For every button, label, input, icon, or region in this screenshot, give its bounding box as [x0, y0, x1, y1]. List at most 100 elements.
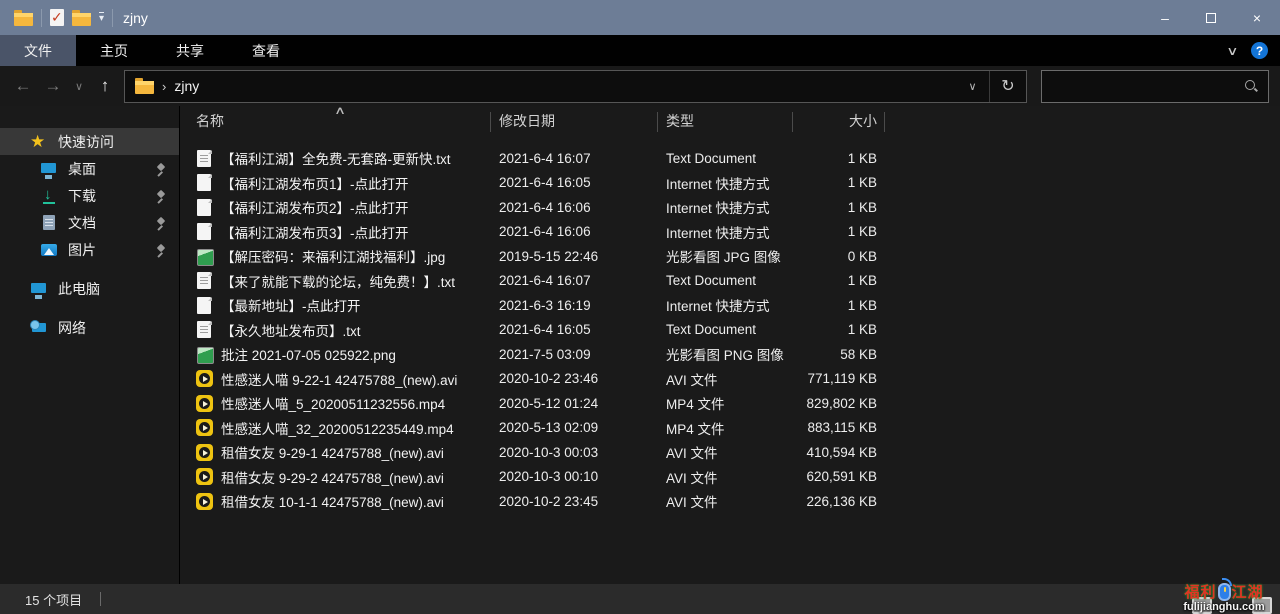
pic-icon	[40, 241, 58, 259]
tab-共享[interactable]: 共享	[152, 35, 228, 66]
doc-icon	[40, 214, 58, 232]
file-row[interactable]: 租借女友 9-29-1 42475788_(new).avi2020-10-3 …	[181, 440, 1280, 465]
file-date-modified: 2021-6-4 16:07	[491, 273, 658, 288]
file-row[interactable]: 性感迷人喵_5_20200511232556.mp42020-5-12 01:2…	[181, 391, 1280, 416]
sidebar-item[interactable]: 网络	[0, 314, 179, 341]
breadcrumb-chevron-icon[interactable]: ›	[162, 79, 166, 94]
txt-file-icon	[196, 320, 213, 339]
items-count: 15 个项目	[25, 590, 82, 609]
file-rows: 【福利江湖】全免费-无套路-更新快.txt2021-6-4 16:07Text …	[181, 136, 1280, 514]
file-size: 1 KB	[793, 298, 885, 313]
sidebar-item[interactable]: 桌面	[0, 155, 179, 182]
column-header-size[interactable]: 大小	[793, 106, 885, 136]
refresh-button[interactable]: ↻	[990, 71, 1026, 102]
sidebar-item[interactable]: 快速访问	[0, 128, 179, 155]
watermark-text-left: 福利	[1184, 581, 1216, 602]
window-controls: – ×	[1142, 0, 1280, 35]
status-divider	[100, 592, 101, 606]
file-size: 883,115 KB	[793, 420, 885, 435]
url-file-icon	[196, 173, 213, 192]
tab-文件[interactable]: 文件	[0, 35, 76, 66]
file-row[interactable]: 【福利江湖发布页3】-点此打开2021-6-4 16:06Internet 快捷…	[181, 220, 1280, 245]
file-row[interactable]: 性感迷人喵_32_20200512235449.mp42020-5-13 02:…	[181, 416, 1280, 441]
titlebar: ▾ zjny – ×	[0, 0, 1280, 35]
new-folder-icon[interactable]	[72, 13, 91, 26]
file-row[interactable]: 租借女友 9-29-2 42475788_(new).avi2020-10-3 …	[181, 465, 1280, 490]
file-name: 性感迷人喵_5_20200511232556.mp4	[221, 393, 445, 413]
file-name: 性感迷人喵 9-22-1 42475788_(new).avi	[221, 369, 457, 389]
back-button[interactable]: ←	[10, 73, 36, 99]
file-row[interactable]: 【来了就能下载的论坛，纯免费！】.txt2021-6-4 16:07Text D…	[181, 269, 1280, 294]
file-name: 租借女友 10-1-1 42475788_(new).avi	[221, 491, 444, 511]
breadcrumb-folder-icon	[135, 81, 154, 94]
up-button[interactable]: ↑	[92, 73, 118, 99]
breadcrumb-current-folder[interactable]: zjny	[174, 78, 199, 94]
qat-separator	[41, 9, 42, 27]
file-date-modified: 2020-10-3 00:10	[491, 469, 658, 484]
column-header-date[interactable]: 修改日期	[491, 106, 658, 136]
properties-icon[interactable]	[50, 9, 64, 26]
file-name: 【福利江湖】全免费-无套路-更新快.txt	[221, 148, 451, 168]
explorer-window: ▾ zjny – × 文件主页共享查看 ∨ ? ← → ∨ ↑ › zjny	[0, 0, 1280, 614]
sidebar-item[interactable]: 图片	[0, 236, 179, 263]
forward-button[interactable]: →	[40, 73, 66, 99]
monitor-icon	[30, 280, 48, 298]
file-size: 1 KB	[793, 151, 885, 166]
status-bar: 15 个项目	[0, 584, 1280, 614]
file-size: 58 KB	[793, 347, 885, 362]
file-row[interactable]: 【最新地址】-点此打开2021-6-3 16:19Internet 快捷方式1 …	[181, 293, 1280, 318]
file-row[interactable]: 批注 2021-07-05 025922.png2021-7-5 03:09光影…	[181, 342, 1280, 367]
file-row[interactable]: 性感迷人喵 9-22-1 42475788_(new).avi2020-10-2…	[181, 367, 1280, 392]
file-name: 【福利江湖发布页3】-点此打开	[221, 222, 409, 242]
url-file-icon	[196, 222, 213, 241]
help-icon[interactable]: ?	[1251, 42, 1268, 59]
close-button[interactable]: ×	[1234, 0, 1280, 35]
search-input[interactable]	[1042, 79, 1244, 94]
file-size: 1 KB	[793, 224, 885, 239]
sidebar-item-label: 网络	[58, 318, 86, 338]
ribbon-collapse-icon[interactable]: ∨	[1226, 44, 1238, 58]
column-headers: ∧ 名称 修改日期 类型 大小	[181, 106, 1280, 136]
qat-customize-caret-icon[interactable]: ▾	[99, 12, 104, 24]
app-folder-icon	[14, 13, 33, 26]
sidebar-item[interactable]: 此电脑	[0, 275, 179, 302]
vid-file-icon	[196, 369, 213, 388]
file-size: 226,136 KB	[793, 494, 885, 509]
address-dropdown-icon[interactable]: ∨	[956, 71, 990, 102]
tab-查看[interactable]: 查看	[228, 35, 304, 66]
file-row[interactable]: 【永久地址发布页】.txt2021-6-4 16:05Text Document…	[181, 318, 1280, 343]
file-date-modified: 2021-6-4 16:05	[491, 175, 658, 190]
sidebar-item[interactable]: 下载	[0, 182, 179, 209]
minimize-button[interactable]: –	[1142, 0, 1188, 35]
file-type: Text Document	[658, 151, 793, 166]
file-size: 1 KB	[793, 322, 885, 337]
file-row[interactable]: 【福利江湖】全免费-无套路-更新快.txt 2021-6-4 16:07Text …	[181, 146, 1280, 171]
file-date-modified: 2021-6-4 16:05	[491, 322, 658, 337]
maximize-button[interactable]	[1188, 0, 1234, 35]
sidebar-item[interactable]: 文档	[0, 209, 179, 236]
vid-file-icon	[196, 418, 213, 437]
download-icon	[40, 187, 58, 205]
file-row[interactable]: 【解压密码：来福利江湖找福利】.jpg2019-5-15 22:46光影看图 J…	[181, 244, 1280, 269]
file-type: AVI 文件	[658, 467, 793, 487]
file-type: Text Document	[658, 322, 793, 337]
pin-icon	[156, 190, 167, 201]
sidebar-item-label: 下载	[68, 186, 96, 206]
file-name: 批注 2021-07-05 025922.png	[221, 344, 396, 364]
file-row[interactable]: 租借女友 10-1-1 42475788_(new).avi2020-10-2 …	[181, 489, 1280, 514]
file-type: Internet 快捷方式	[658, 222, 793, 242]
file-row[interactable]: 【福利江湖发布页2】-点此打开2021-6-4 16:06Internet 快捷…	[181, 195, 1280, 220]
address-bar[interactable]: › zjny ∨ ↻	[124, 70, 1027, 103]
search-box[interactable]	[1041, 70, 1269, 103]
column-header-name[interactable]: 名称	[181, 106, 491, 136]
file-row[interactable]: 【福利江湖发布页1】-点此打开2021-6-4 16:05Internet 快捷…	[181, 171, 1280, 196]
url-file-icon	[196, 198, 213, 217]
search-icon	[1244, 79, 1258, 93]
column-header-type[interactable]: 类型	[658, 106, 793, 136]
watermark-text-right: 江湖	[1232, 581, 1264, 602]
tab-主页[interactable]: 主页	[76, 35, 152, 66]
file-date-modified: 2021-6-4 16:07	[491, 151, 658, 166]
file-date-modified: 2021-7-5 03:09	[491, 347, 658, 362]
recent-locations-icon[interactable]: ∨	[70, 73, 88, 99]
file-date-modified: 2021-6-4 16:06	[491, 200, 658, 215]
